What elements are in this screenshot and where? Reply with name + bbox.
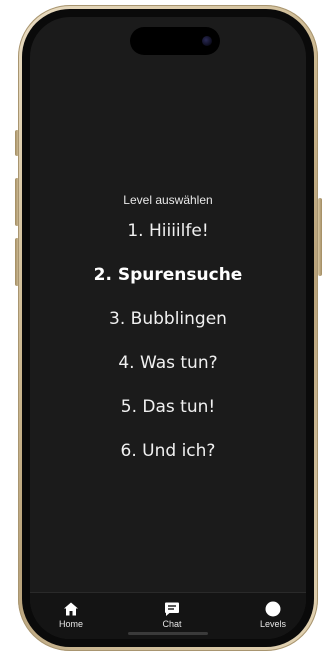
chat-icon [165, 602, 179, 616]
app-screen: Level auswählen 1. Hiiiilfe! 2. Spurensu… [30, 17, 306, 639]
level-item-5[interactable]: 5. Das tun! [30, 385, 306, 429]
tab-bar: Home Chat Levels [30, 592, 306, 639]
level-list: 1. Hiiiilfe! 2. Spurensuche 3. Bubblinge… [30, 209, 306, 473]
circle-icon [265, 601, 281, 617]
tab-chat-label: Chat [162, 619, 182, 629]
home-indicator [128, 632, 208, 635]
tab-home[interactable]: Home [41, 601, 101, 629]
level-item-3[interactable]: 3. Bubblingen [30, 297, 306, 341]
tab-levels-label: Levels [259, 619, 286, 629]
tab-levels[interactable]: Levels [243, 601, 303, 629]
dynamic-island [130, 27, 220, 55]
level-menu: Level auswählen 1. Hiiiilfe! 2. Spurensu… [30, 191, 306, 487]
level-item-2[interactable]: 2. Spurensuche [30, 253, 306, 297]
level-item-1[interactable]: 1. Hiiiilfe! [30, 209, 306, 253]
menu-heading: Level auswählen [123, 193, 213, 207]
level-item-6[interactable]: 6. Und ich? [30, 429, 306, 473]
front-camera-icon [202, 36, 212, 46]
power-button [318, 198, 322, 276]
level-item-4[interactable]: 4. Was tun? [30, 341, 306, 385]
home-icon [64, 602, 78, 616]
tab-home-label: Home [58, 619, 83, 629]
tab-chat[interactable]: Chat [142, 601, 202, 629]
device-mockup: Level auswählen 1. Hiiiilfe! 2. Spurensu… [0, 0, 334, 653]
